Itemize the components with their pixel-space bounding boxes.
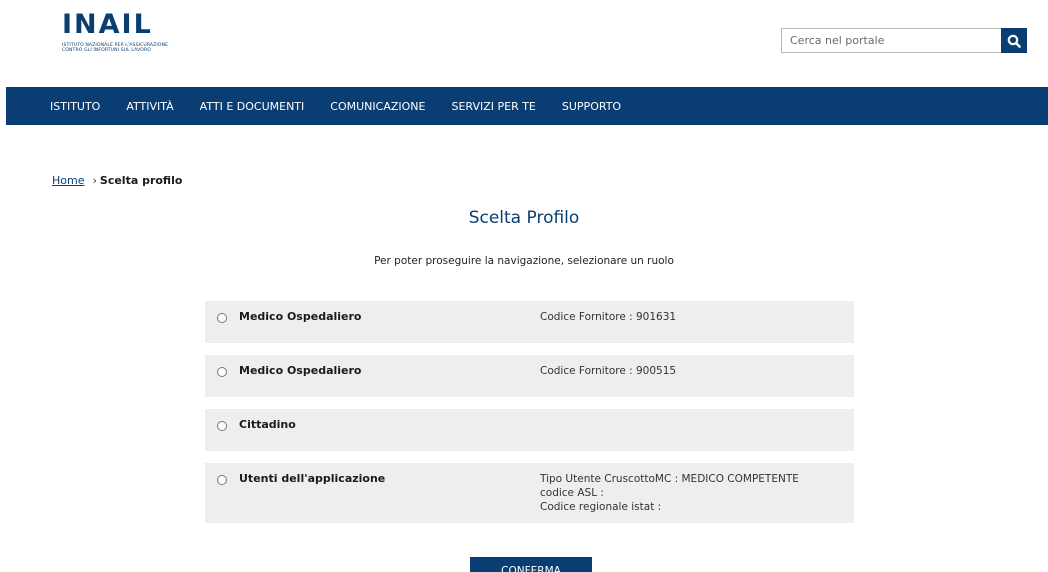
- profile-details: Tipo Utente CruscottoMC : MEDICO COMPETE…: [540, 472, 799, 514]
- site-header: INAIL ISTITUTO NAZIONALE PER L'ASSICURAZ…: [0, 0, 1048, 87]
- nav-item-supporto[interactable]: SUPPORTO: [562, 100, 621, 113]
- inail-logo[interactable]: INAIL ISTITUTO NAZIONALE PER L'ASSICURAZ…: [62, 10, 182, 60]
- profile-option-3[interactable]: Cittadino: [205, 409, 854, 451]
- nav-item-atti-e-documenti[interactable]: ATTI E DOCUMENTI: [200, 100, 305, 113]
- profile-details: Codice Fornitore : 901631: [540, 310, 676, 324]
- nav-item-attivita[interactable]: ATTIVITÀ: [126, 100, 173, 113]
- nav-item-istituto[interactable]: ISTITUTO: [50, 100, 100, 113]
- main-nav: ISTITUTO ATTIVITÀ ATTI E DOCUMENTI COMUN…: [6, 87, 1048, 125]
- page-title: Scelta Profilo: [468, 208, 580, 228]
- profile-role-name: Medico Ospedaliero: [239, 310, 362, 323]
- profile-detail-line: codice ASL :: [540, 487, 604, 499]
- breadcrumb-home-link[interactable]: Home: [52, 174, 84, 187]
- nav-item-comunicazione[interactable]: COMUNICAZIONE: [330, 100, 425, 113]
- breadcrumb: Home › Scelta profilo: [52, 174, 182, 187]
- search-button[interactable]: [1001, 28, 1027, 53]
- profile-role-name: Cittadino: [239, 418, 296, 431]
- search-box: [781, 28, 1029, 53]
- profile-detail-line: Codice regionale istat :: [540, 501, 662, 513]
- profile-detail-line: Tipo Utente CruscottoMC : MEDICO COMPETE…: [540, 473, 799, 485]
- search-icon: [1007, 34, 1021, 48]
- profile-option-2[interactable]: Medico Ospedaliero Codice Fornitore : 90…: [205, 355, 854, 397]
- logo-tagline: ISTITUTO NAZIONALE PER L'ASSICURAZIONE C…: [62, 43, 169, 53]
- profile-detail-line: Codice Fornitore : 901631: [540, 311, 677, 323]
- profile-detail-line: Codice Fornitore : 900515: [540, 365, 677, 377]
- profile-option-1[interactable]: Medico Ospedaliero Codice Fornitore : 90…: [205, 301, 854, 343]
- confirm-button[interactable]: CONFERMA: [470, 557, 592, 572]
- profile-role-name: Utenti dell'applicazione: [239, 472, 386, 485]
- search-input[interactable]: [781, 28, 1001, 53]
- page-subtitle: Per poter proseguire la navigazione, sel…: [374, 255, 674, 267]
- profile-radio[interactable]: [217, 367, 227, 377]
- profile-radio[interactable]: [217, 421, 227, 431]
- profile-option-4[interactable]: Utenti dell'applicazione Tipo Utente Cru…: [205, 463, 854, 523]
- breadcrumb-current: Scelta profilo: [99, 174, 183, 187]
- profile-radio[interactable]: [217, 313, 227, 323]
- breadcrumb-separator: ›: [92, 174, 97, 187]
- profile-radio[interactable]: [217, 475, 227, 485]
- nav-item-servizi-per-te[interactable]: SERVIZI PER TE: [451, 100, 535, 113]
- profile-details: Codice Fornitore : 900515: [540, 364, 676, 378]
- logo-wordmark: INAIL: [62, 9, 153, 40]
- profile-role-name: Medico Ospedaliero: [239, 364, 362, 377]
